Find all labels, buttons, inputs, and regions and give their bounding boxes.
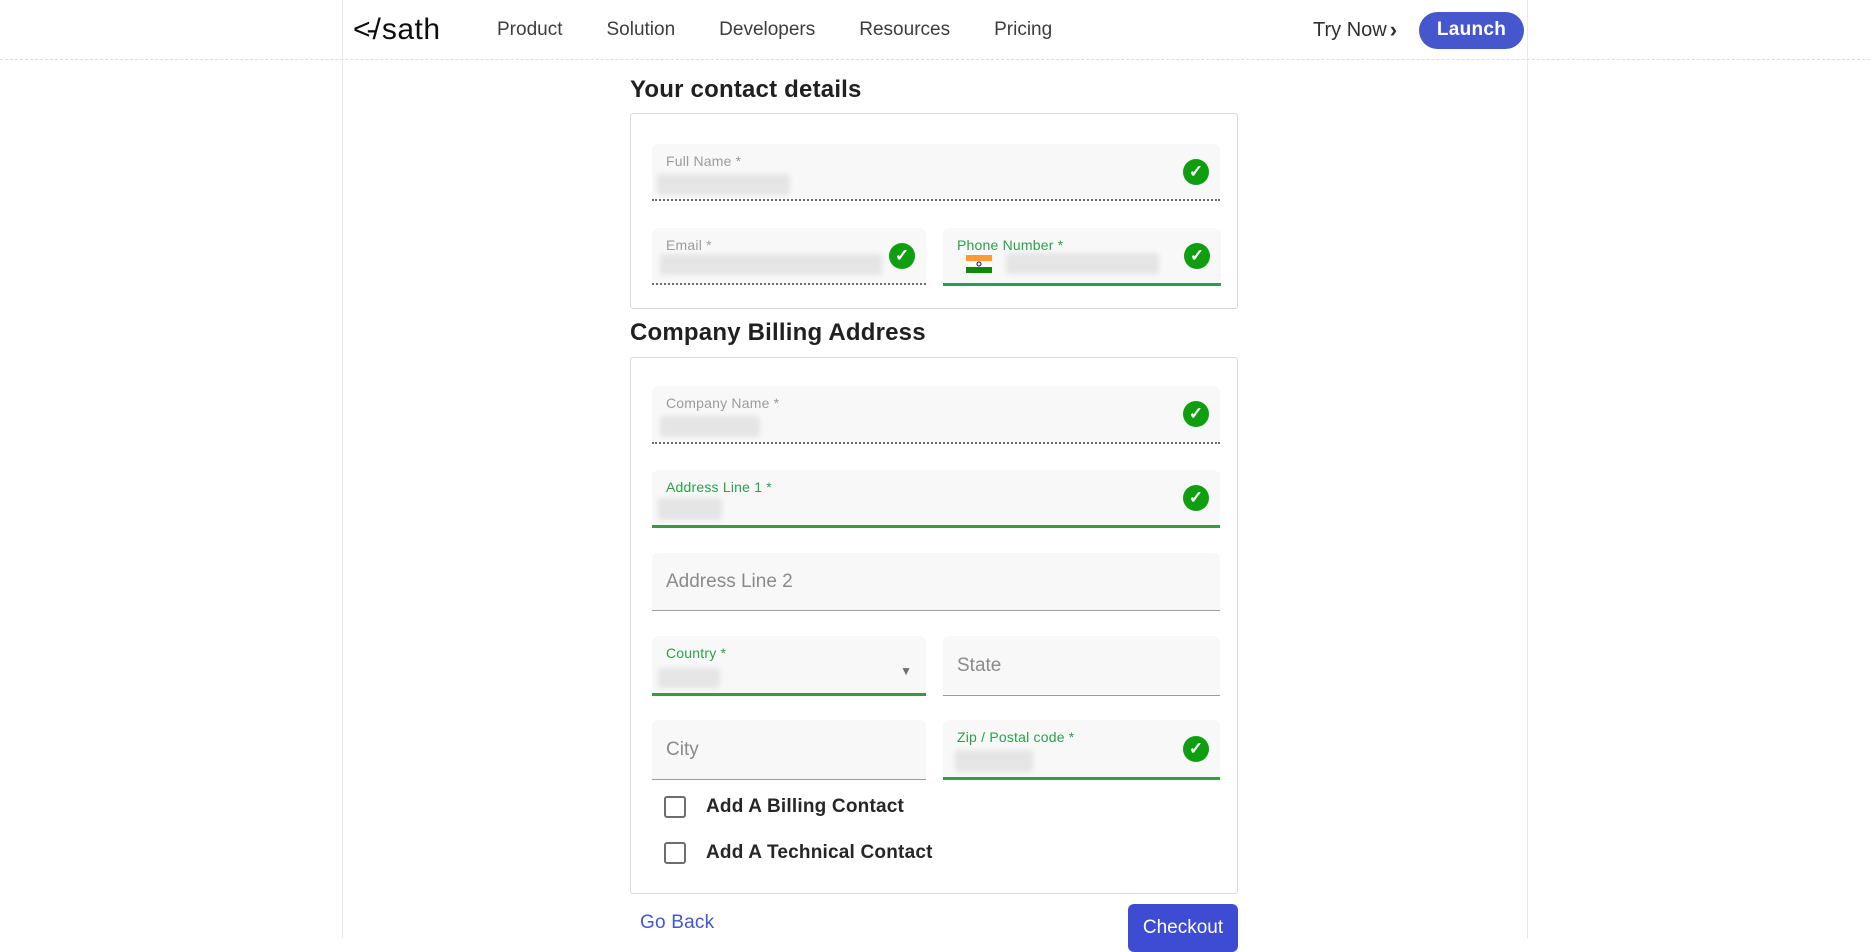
chevron-right-icon: › — [1390, 19, 1397, 41]
redacted-value — [660, 416, 760, 437]
email-label: Email * — [666, 237, 712, 253]
redacted-value — [658, 498, 722, 520]
checkbox-unchecked-icon[interactable] — [664, 842, 686, 864]
add-technical-contact-label: Add A Technical Contact — [706, 842, 933, 864]
redacted-value — [955, 750, 1033, 772]
phone-label: Phone Number * — [957, 237, 1063, 253]
flag-white-stripe — [966, 261, 992, 267]
full-name-label: Full Name * — [666, 153, 741, 169]
valid-check-icon: ✓ — [1184, 243, 1210, 269]
try-now-label: Try Now — [1313, 19, 1387, 42]
nav-item-solution[interactable]: Solution — [606, 19, 675, 41]
nav-item-resources[interactable]: Resources — [859, 19, 950, 41]
valid-check-icon: ✓ — [1183, 485, 1209, 511]
billing-section-title: Company Billing Address — [630, 319, 926, 347]
sath-logo[interactable]: <-/sath — [353, 12, 441, 48]
add-technical-contact-checkbox-row[interactable]: Add A Technical Contact — [664, 842, 933, 864]
flag-green-stripe — [966, 267, 992, 273]
company-name-label: Company Name * — [666, 395, 779, 411]
chevron-down-icon[interactable]: ▼ — [900, 664, 912, 678]
contact-card: Full Name * ✓ Email * ✓ Phone Number * ✓ — [630, 113, 1238, 309]
full-name-field[interactable]: Full Name * ✓ — [652, 144, 1220, 201]
launch-button[interactable]: Launch — [1419, 12, 1524, 49]
country-label: Country * — [666, 645, 726, 661]
contact-section-title: Your contact details — [630, 76, 862, 104]
state-field[interactable] — [943, 636, 1220, 696]
valid-check-icon: ✓ — [889, 243, 915, 269]
address-line-2-field[interactable] — [652, 553, 1220, 611]
address-line-2-input[interactable] — [652, 553, 1220, 610]
zip-postal-code-field[interactable]: Zip / Postal code * ✓ — [943, 720, 1220, 780]
company-name-field[interactable]: Company Name * ✓ — [652, 386, 1220, 444]
logo-code-mark-icon: <-/ — [353, 13, 377, 47]
nav-right-group: Try Now › Launch — [1313, 0, 1524, 60]
redacted-value — [1006, 253, 1159, 274]
add-billing-contact-label: Add A Billing Contact — [706, 796, 904, 818]
go-back-link[interactable]: Go Back — [640, 912, 714, 934]
valid-check-icon: ✓ — [1183, 736, 1209, 762]
city-field[interactable] — [652, 720, 926, 780]
flag-chakra — [977, 262, 982, 267]
zip-label: Zip / Postal code * — [957, 729, 1074, 745]
add-billing-contact-checkbox-row[interactable]: Add A Billing Contact — [664, 796, 904, 818]
checkbox-unchecked-icon[interactable] — [664, 796, 686, 818]
valid-check-icon: ✓ — [1183, 401, 1209, 427]
phone-field[interactable]: Phone Number * ✓ — [943, 228, 1221, 286]
checkout-button[interactable]: Checkout — [1128, 904, 1238, 952]
redacted-value — [657, 174, 790, 195]
nav-item-pricing[interactable]: Pricing — [994, 19, 1052, 41]
nav-menu: Product Solution Developers Resources Pr… — [497, 0, 1052, 60]
india-flag-icon[interactable] — [966, 255, 992, 273]
email-field[interactable]: Email * ✓ — [652, 228, 926, 285]
redacted-value — [660, 254, 882, 275]
nav-item-product[interactable]: Product — [497, 19, 562, 41]
logo-name: sath — [382, 13, 441, 47]
address-line-1-label: Address Line 1 * — [666, 479, 772, 495]
state-input[interactable] — [943, 636, 1220, 695]
city-input[interactable] — [652, 720, 926, 779]
try-now-link[interactable]: Try Now › — [1313, 19, 1397, 42]
valid-check-icon: ✓ — [1183, 159, 1209, 185]
address-line-1-field[interactable]: Address Line 1 * ✓ — [652, 470, 1220, 528]
redacted-value — [658, 668, 720, 688]
nav-item-developers[interactable]: Developers — [719, 19, 815, 41]
billing-card: Company Name * ✓ Address Line 1 * ✓ Coun… — [630, 357, 1238, 894]
country-field[interactable]: Country * ▼ — [652, 636, 926, 696]
